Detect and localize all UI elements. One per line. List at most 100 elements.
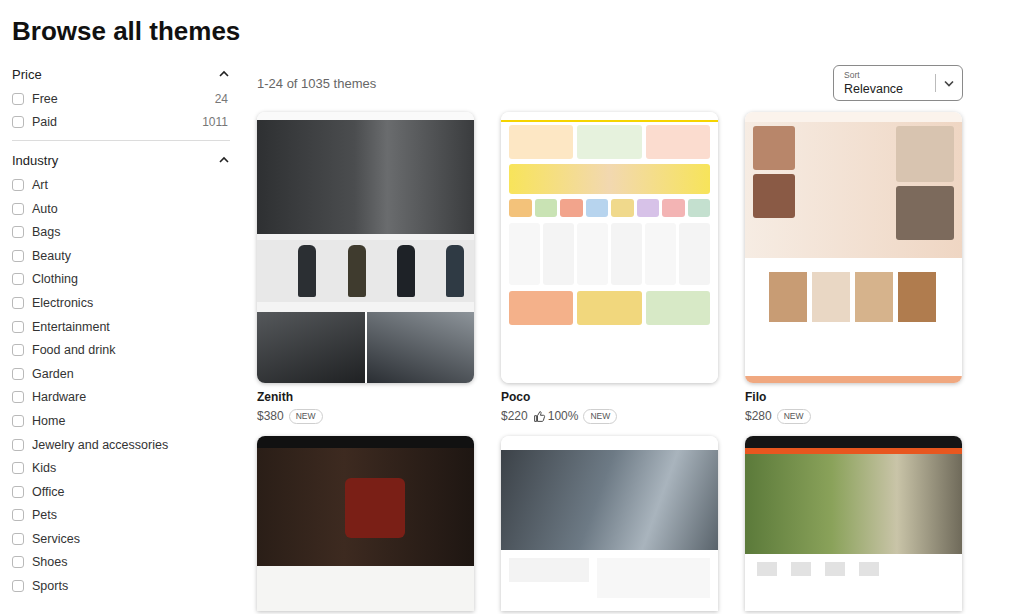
option-label: Pets: [32, 508, 230, 522]
theme-preview[interactable]: [745, 436, 962, 611]
filter-option[interactable]: Sports: [12, 574, 230, 598]
theme-card[interactable]: [745, 436, 962, 611]
theme-grid: Zenith $380 NEW Poco $220 100% NEW Filo$280NEW: [257, 112, 963, 611]
page: Browse all themesPriceFree24Paid1011Indu…: [0, 0, 1024, 611]
results-summary: 1-24 of 1035 themes: [257, 76, 376, 91]
option-label: Bags: [32, 225, 230, 239]
sort-value: Relevance: [844, 81, 925, 97]
thumbs-up-icon: [533, 410, 546, 423]
sort-chevron: [936, 77, 962, 89]
filter-option[interactable]: Entertainment: [12, 315, 230, 339]
page-title: Browse all themes: [12, 0, 1012, 61]
theme-preview[interactable]: [745, 112, 962, 383]
option-label: Services: [32, 532, 230, 546]
new-badge: NEW: [583, 409, 617, 424]
filter-option[interactable]: Free24: [12, 87, 230, 111]
option-label: Hardware: [32, 390, 230, 404]
chevron-up-icon: [218, 154, 230, 166]
theme-price: $220: [501, 408, 528, 424]
theme-name[interactable]: Filo: [745, 390, 962, 405]
option-label: Paid: [32, 115, 202, 129]
option-label: Beauty: [32, 249, 230, 263]
option-count: 24: [215, 92, 230, 106]
checkbox[interactable]: [12, 321, 24, 333]
filter-option[interactable]: Electronics: [12, 291, 230, 315]
filter-option[interactable]: Office: [12, 480, 230, 504]
theme-name[interactable]: Zenith: [257, 390, 474, 405]
filter-option[interactable]: Pets: [12, 504, 230, 528]
filter-option[interactable]: Garden: [12, 362, 230, 386]
filter-title: Industry: [12, 153, 58, 168]
new-badge: NEW: [289, 409, 323, 424]
option-label: Office: [32, 485, 230, 499]
theme-card[interactable]: Zenith $380 NEW: [257, 112, 474, 424]
option-label: Clothing: [32, 272, 230, 286]
filter-sidebar: PriceFree24Paid1011IndustryArtAutoBagsBe…: [12, 61, 230, 604]
checkbox[interactable]: [12, 344, 24, 356]
option-label: Jewelry and accessories: [32, 438, 230, 452]
theme-card[interactable]: Filo$280NEW: [745, 112, 962, 424]
sort-dropdown[interactable]: SortRelevance: [833, 65, 963, 101]
filter-option[interactable]: Clothing: [12, 268, 230, 292]
results: 1-24 of 1035 themes SortRelevance Zenith $3…: [257, 61, 963, 611]
checkbox[interactable]: [12, 439, 24, 451]
checkbox[interactable]: [12, 93, 24, 105]
option-label: Free: [32, 92, 215, 106]
sort-label: Sort: [844, 70, 925, 81]
checkbox[interactable]: [12, 250, 24, 262]
theme-price: $380: [257, 408, 284, 424]
filter-option[interactable]: Jewelry and accessories: [12, 433, 230, 457]
theme-preview[interactable]: [257, 112, 474, 383]
filter-option[interactable]: Food and drink: [12, 338, 230, 362]
theme-meta: $380 NEW: [257, 408, 474, 424]
option-label: Garden: [32, 367, 230, 381]
checkbox[interactable]: [12, 556, 24, 568]
checkbox[interactable]: [12, 297, 24, 309]
filter-option[interactable]: Shoes: [12, 551, 230, 575]
filter-option[interactable]: Auto: [12, 197, 230, 221]
checkbox[interactable]: [12, 533, 24, 545]
filter-option[interactable]: Home: [12, 409, 230, 433]
filter-option[interactable]: Kids: [12, 456, 230, 480]
filter-option[interactable]: Services: [12, 527, 230, 551]
filter-section: PriceFree24Paid1011: [12, 61, 230, 140]
theme-card[interactable]: [501, 436, 718, 611]
theme-card[interactable]: Poco $220 100% NEW: [501, 112, 718, 424]
option-label: Sports: [32, 579, 230, 593]
option-label: Auto: [32, 202, 230, 216]
sort-text: SortRelevance: [834, 67, 935, 100]
checkbox[interactable]: [12, 580, 24, 592]
checkbox[interactable]: [12, 179, 24, 191]
filter-option[interactable]: Paid1011: [12, 111, 230, 135]
option-label: Art: [32, 178, 230, 192]
checkbox[interactable]: [12, 203, 24, 215]
layout: PriceFree24Paid1011IndustryArtAutoBagsBe…: [12, 61, 1012, 611]
results-bar: 1-24 of 1035 themes SortRelevance: [257, 61, 963, 101]
rating-value: 100%: [548, 408, 579, 424]
filter-option[interactable]: Bags: [12, 220, 230, 244]
filter-section: Industry Art Auto Bags Beauty Clothing Electro…: [12, 140, 230, 604]
filter-option[interactable]: Hardware: [12, 386, 230, 410]
filter-header[interactable]: Industry: [12, 147, 230, 173]
option-label: Food and drink: [32, 343, 230, 357]
checkbox[interactable]: [12, 486, 24, 498]
filter-option[interactable]: Art: [12, 173, 230, 197]
theme-preview[interactable]: [501, 112, 718, 383]
checkbox[interactable]: [12, 391, 24, 403]
checkbox[interactable]: [12, 116, 24, 128]
filter-option[interactable]: Beauty: [12, 244, 230, 268]
theme-preview[interactable]: [257, 436, 474, 611]
checkbox[interactable]: [12, 273, 24, 285]
checkbox[interactable]: [12, 226, 24, 238]
theme-name[interactable]: Poco: [501, 390, 718, 405]
option-label: Shoes: [32, 555, 230, 569]
filter-header[interactable]: Price: [12, 61, 230, 87]
checkbox[interactable]: [12, 509, 24, 521]
checkbox[interactable]: [12, 462, 24, 474]
filter-title: Price: [12, 67, 42, 82]
theme-preview[interactable]: [501, 436, 718, 611]
checkbox[interactable]: [12, 415, 24, 427]
theme-card[interactable]: [257, 436, 474, 611]
theme-meta: $220 100% NEW: [501, 408, 718, 424]
checkbox[interactable]: [12, 368, 24, 380]
